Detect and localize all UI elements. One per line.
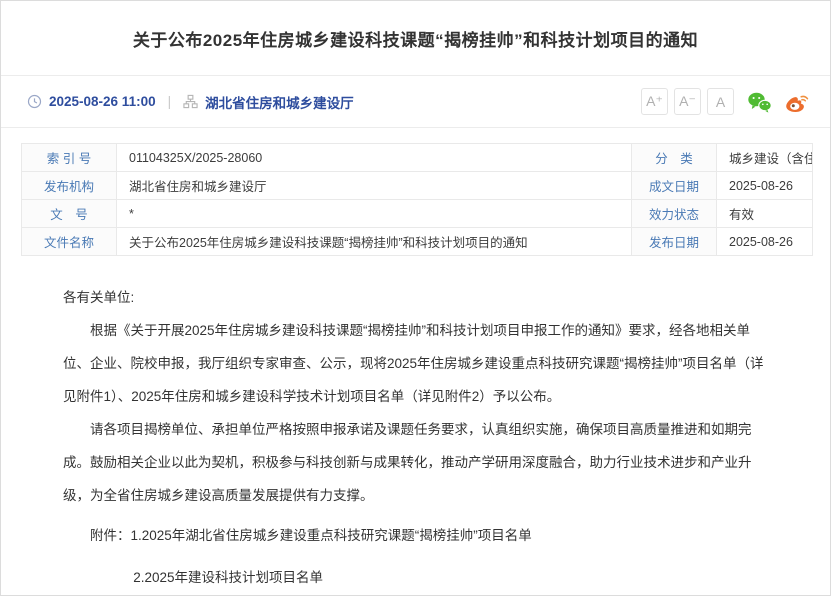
font-reset-button[interactable]: A	[707, 88, 734, 115]
font-decrease-button[interactable]: A⁻	[674, 88, 701, 115]
publish-date-value: 2025-08-26	[717, 228, 813, 256]
index-number-label: 索 引 号	[22, 144, 117, 172]
weibo-share-icon[interactable]	[784, 90, 810, 114]
wechat-share-icon[interactable]	[746, 90, 772, 114]
attachment-item-2: 2.2025年建设科技计划项目名单	[63, 561, 770, 594]
meta-info: 2025-08-26 11:00 | 湖北省住房和城乡建设厅	[27, 92, 354, 112]
category-label: 分 类	[632, 144, 717, 172]
category-value: 城乡建设（含住房）	[717, 144, 813, 172]
meta-tools: A⁺ A⁻ A	[635, 88, 810, 115]
issuing-org-value: 湖北省住房和城乡建设厅	[117, 172, 632, 200]
meta-separator: |	[168, 94, 172, 109]
title-block: 关于公布2025年住房城乡建设科技课题“揭榜挂帅”和科技计划项目的通知	[1, 1, 830, 76]
meta-bar: 2025-08-26 11:00 | 湖北省住房和城乡建设厅 A⁺ A⁻ A	[1, 76, 830, 128]
attachment-item-1: 附件：1.2025年湖北省住房城乡建设重点科技研究课题“揭榜挂帅”项目名单	[63, 519, 770, 552]
font-increase-button[interactable]: A⁺	[641, 88, 668, 115]
written-date-value: 2025-08-26	[717, 172, 813, 200]
publish-time: 2025-08-26 11:00	[49, 94, 156, 109]
validity-value: 有效	[717, 200, 813, 228]
document-info-table: 索 引 号 01104325X/2025-28060 分 类 城乡建设（含住房）…	[21, 143, 813, 256]
document-body: 各有关单位: 根据《关于开展2025年住房城乡建设科技课题“揭榜挂帅”和科技计划…	[1, 256, 830, 596]
validity-label: 效力状态	[632, 200, 717, 228]
source-name: 湖北省住房和城乡建设厅	[205, 92, 354, 112]
table-row: 发布机构 湖北省住房和城乡建设厅 成文日期 2025-08-26	[22, 172, 813, 200]
doc-number-value: *	[117, 200, 632, 228]
doc-number-label: 文 号	[22, 200, 117, 228]
clock-icon	[27, 94, 42, 109]
page-title: 关于公布2025年住房城乡建设科技课题“揭榜挂帅”和科技计划项目的通知	[133, 26, 698, 51]
index-number-value: 01104325X/2025-28060	[117, 144, 632, 172]
salutation: 各有关单位:	[63, 281, 770, 314]
table-row: 文 号 * 效力状态 有效	[22, 200, 813, 228]
table-row: 文件名称 关于公布2025年住房城乡建设科技课题“揭榜挂帅”和科技计划项目的通知…	[22, 228, 813, 256]
doc-name-label: 文件名称	[22, 228, 117, 256]
paragraph-1: 根据《关于开展2025年住房城乡建设科技课题“揭榜挂帅”和科技计划项目申报工作的…	[63, 314, 770, 413]
table-row: 索 引 号 01104325X/2025-28060 分 类 城乡建设（含住房）	[22, 144, 813, 172]
notice-page: 关于公布2025年住房城乡建设科技课题“揭榜挂帅”和科技计划项目的通知 2025…	[0, 0, 831, 596]
issuing-org-label: 发布机构	[22, 172, 117, 200]
source-org-icon	[183, 94, 198, 109]
attachments-section: 附件：1.2025年湖北省住房城乡建设重点科技研究课题“揭榜挂帅”项目名单 2.…	[63, 519, 770, 594]
written-date-label: 成文日期	[632, 172, 717, 200]
publish-date-label: 发布日期	[632, 228, 717, 256]
doc-name-value: 关于公布2025年住房城乡建设科技课题“揭榜挂帅”和科技计划项目的通知	[117, 228, 632, 256]
paragraph-2: 请各项目揭榜单位、承担单位严格按照申报承诺及课题任务要求，认真组织实施，确保项目…	[63, 413, 770, 512]
